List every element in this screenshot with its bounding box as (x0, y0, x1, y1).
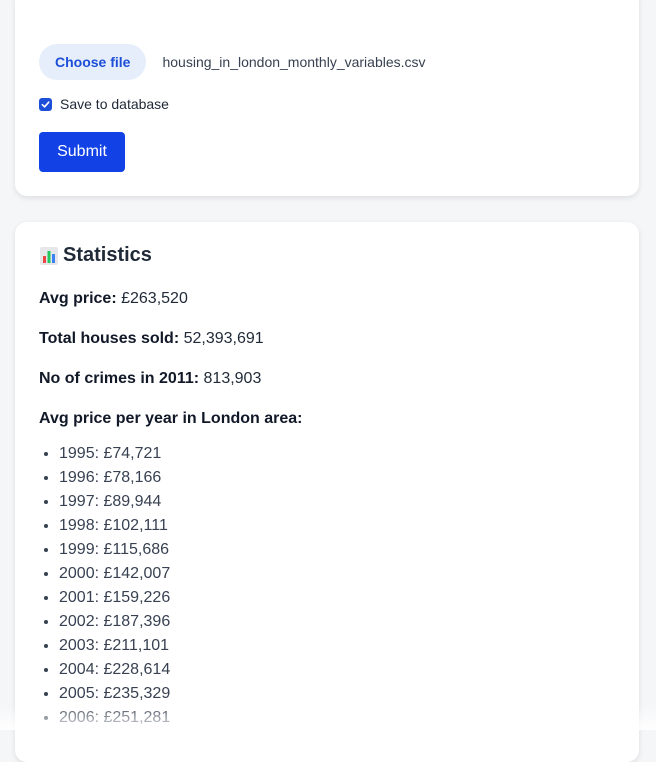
bar-chart-icon (40, 246, 58, 265)
per-year-label: Avg price per year in London area: (39, 410, 303, 427)
list-item: 2006: £251,281 (59, 706, 170, 730)
save-to-database-checkbox[interactable] (39, 97, 52, 111)
houses-sold-stat: Total houses sold: 52,393,691 (39, 330, 264, 348)
crimes-label: No of crimes in 2011: (39, 370, 200, 387)
list-item: 1995: £74,721 (59, 442, 170, 466)
checkmark-icon (41, 100, 50, 108)
save-to-database-option[interactable]: Save to database (39, 96, 169, 112)
submit-button[interactable]: Submit (39, 132, 125, 172)
list-item: 2000: £142,007 (59, 562, 170, 586)
crimes-value: 813,903 (203, 370, 262, 387)
list-item: 1998: £102,111 (59, 514, 170, 538)
statistics-heading: Statistics (39, 244, 152, 267)
list-item: 2004: £228,614 (59, 658, 170, 682)
avg-price-value: £263,520 (121, 290, 188, 307)
list-item: 2002: £187,396 (59, 610, 170, 634)
list-item: 1999: £115,686 (59, 538, 170, 562)
avg-price-stat: Avg price: £263,520 (39, 290, 188, 308)
save-to-database-label: Save to database (60, 96, 169, 112)
list-item: 2001: £159,226 (59, 586, 170, 610)
choose-file-button[interactable]: Choose file (39, 44, 147, 80)
crimes-stat: No of crimes in 2011: 813,903 (39, 370, 261, 388)
avg-price-per-year-list: 1995: £74,721 1996: £78,166 1997: £89,94… (39, 442, 170, 730)
statistics-card: Statistics Avg price: £263,520 Total hou… (15, 222, 639, 762)
list-item: 2003: £211,101 (59, 634, 170, 658)
statistics-title: Statistics (63, 244, 152, 266)
houses-sold-value: 52,393,691 (183, 330, 264, 347)
per-year-heading: Avg price per year in London area: (39, 410, 302, 428)
file-input[interactable]: Choose file housing_in_london_monthly_va… (39, 44, 426, 80)
houses-sold-label: Total houses sold: (39, 330, 180, 347)
list-item: 1996: £78,166 (59, 466, 170, 490)
list-item: 2005: £235,329 (59, 682, 170, 706)
avg-price-label: Avg price: (39, 290, 117, 307)
list-item: 1997: £89,944 (59, 490, 170, 514)
selected-file-name: housing_in_london_monthly_variables.csv (162, 54, 426, 70)
upload-card: Choose file housing_in_london_monthly_va… (15, 0, 639, 196)
